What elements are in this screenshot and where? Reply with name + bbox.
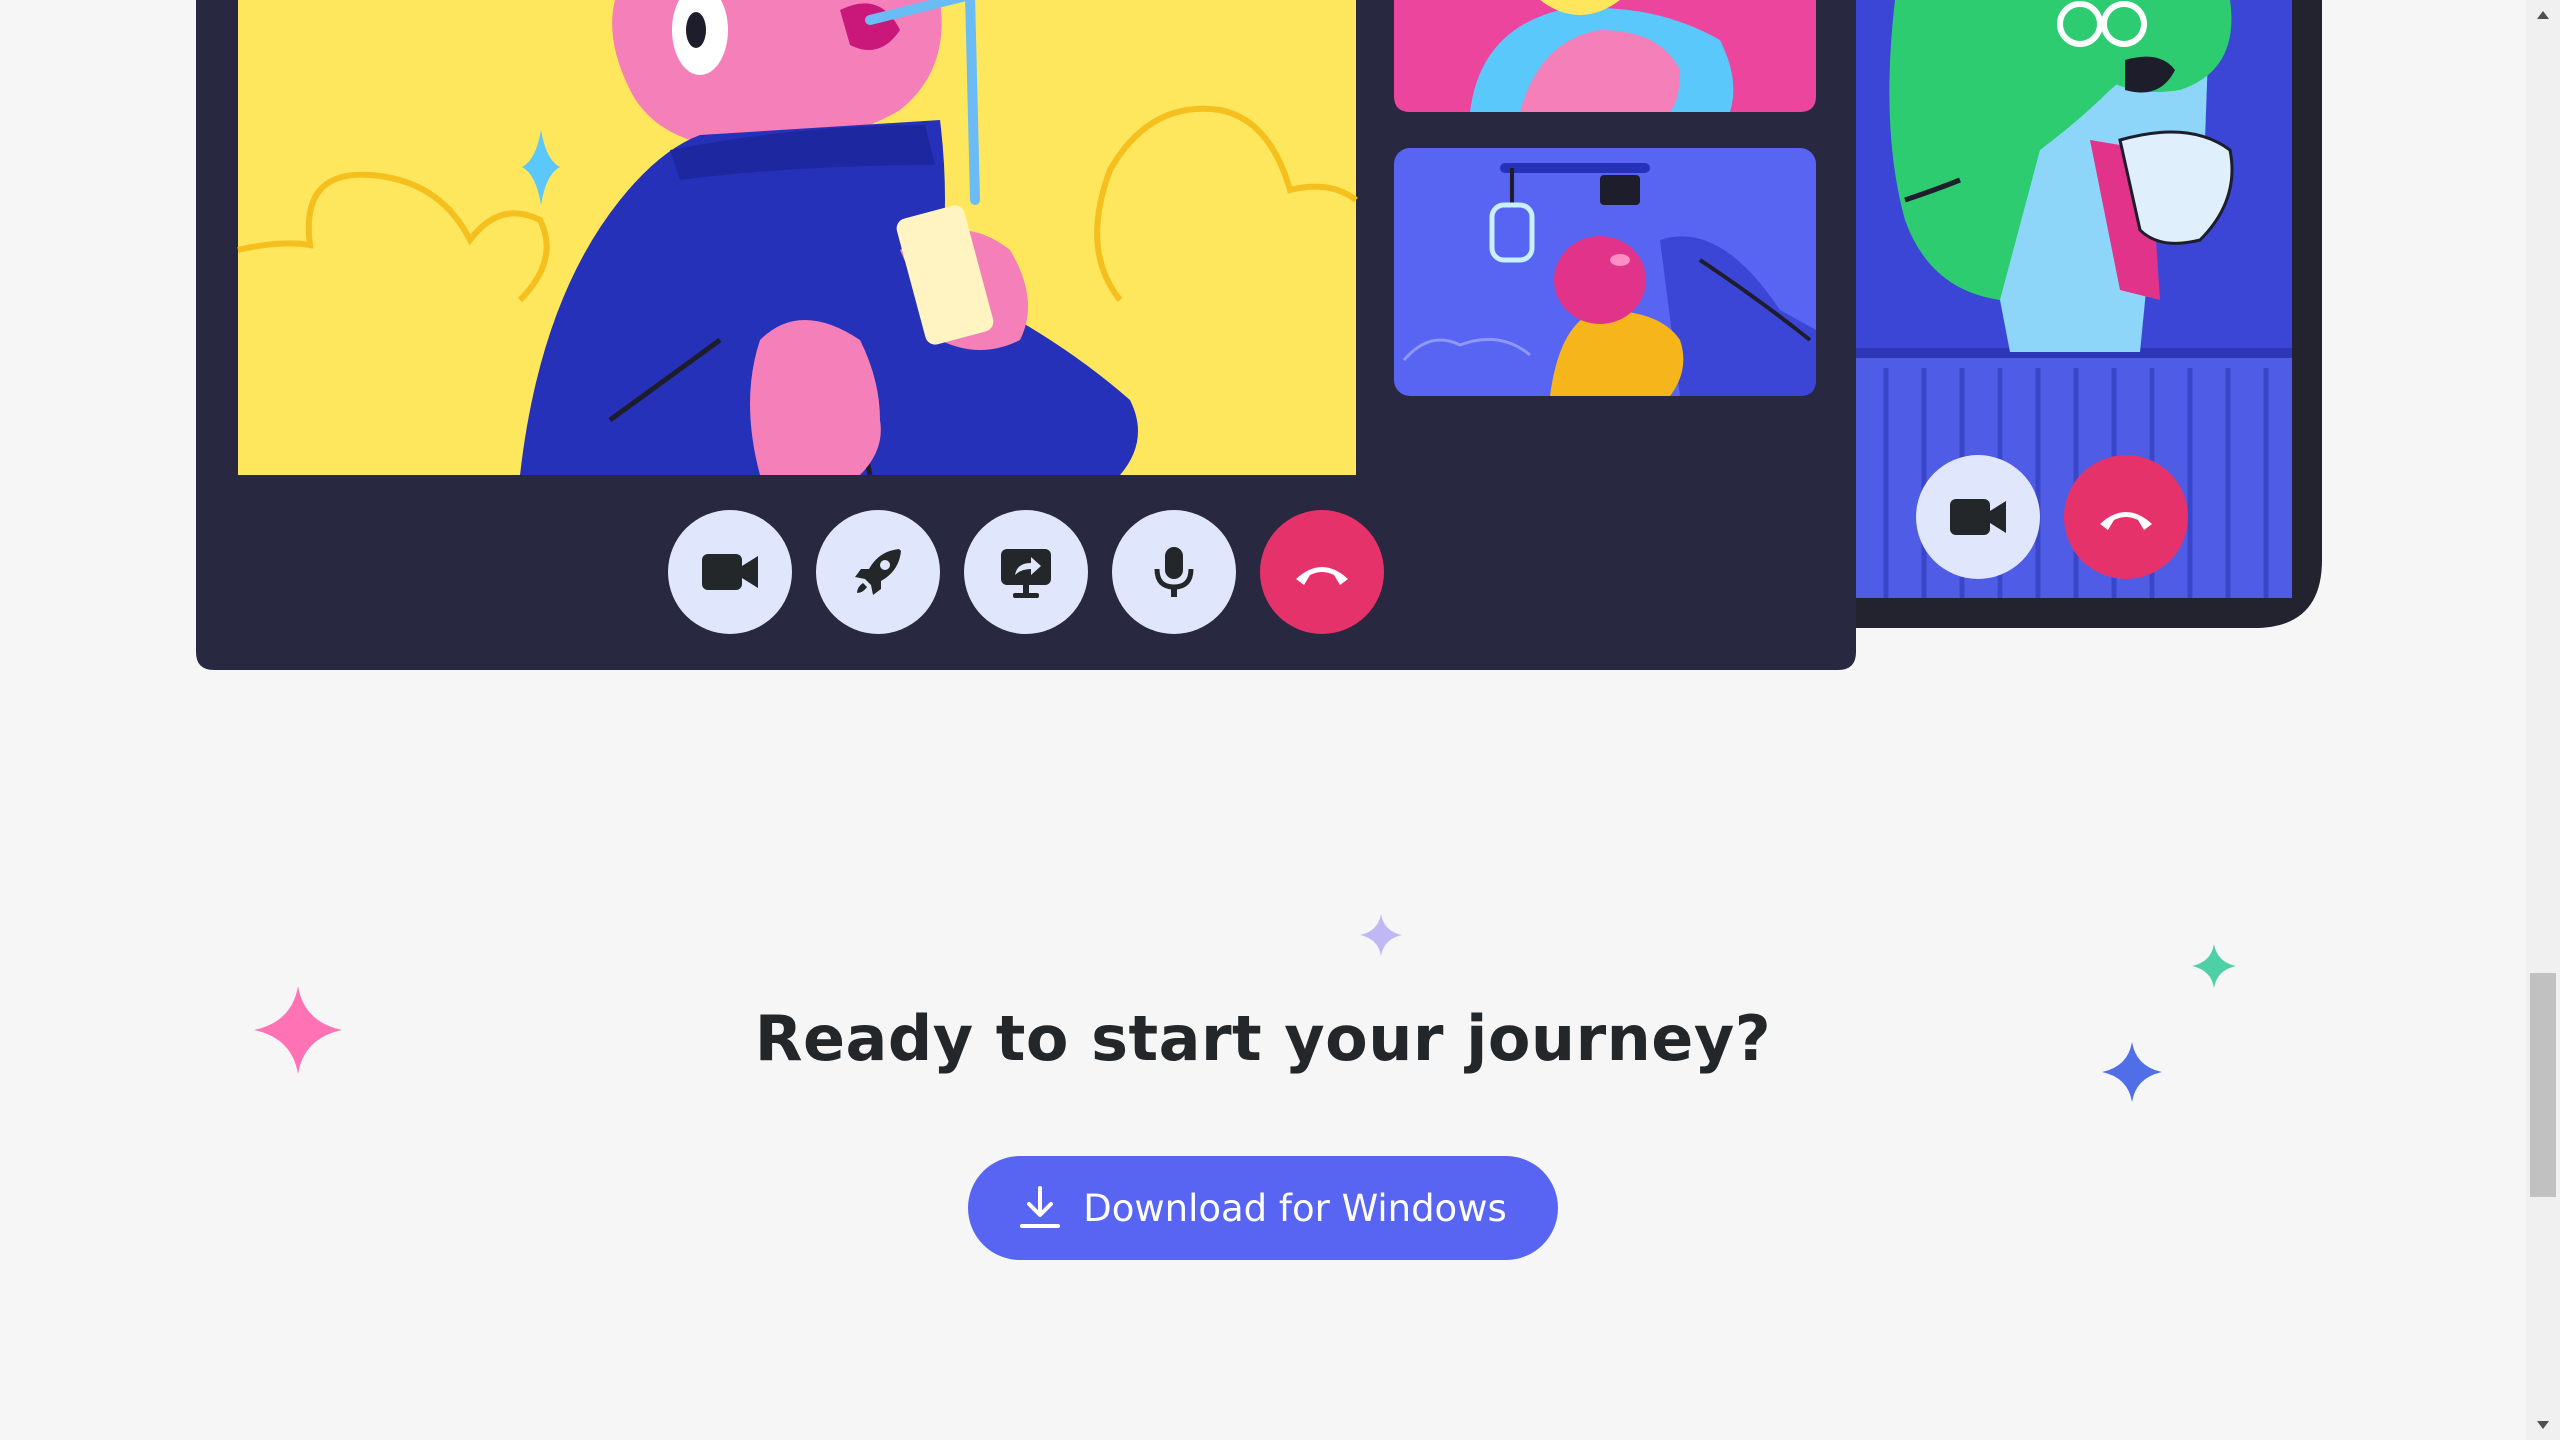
scroll-up-arrow[interactable]: [2526, 0, 2560, 30]
video-camera-icon: [1950, 499, 2006, 535]
download-for-windows-button[interactable]: Download for Windows: [968, 1156, 1558, 1260]
mobile-hang-up-button[interactable]: [2064, 455, 2188, 579]
video-camera-icon: [702, 554, 758, 590]
scrollbar-thumb[interactable]: [2530, 973, 2556, 1197]
download-icon: [1020, 1186, 1061, 1228]
triangle-up-icon: [2537, 11, 2549, 19]
cta-heading: Ready to start your journey?: [754, 1002, 1772, 1075]
video-camera-button[interactable]: [668, 510, 792, 634]
microphone-button[interactable]: [1112, 510, 1236, 634]
phone-hangup-icon: [2100, 512, 2152, 530]
rocket-icon: [855, 549, 901, 595]
mobile-video-button[interactable]: [1916, 455, 2040, 579]
phone-hangup-icon: [1296, 567, 1348, 585]
activity-rocket-button[interactable]: [816, 510, 940, 634]
screen-share-icon: [1001, 549, 1051, 598]
vertical-scrollbar[interactable]: [2526, 0, 2560, 1440]
triangle-down-icon: [2537, 1421, 2549, 1429]
video-call-illustration: [196, 0, 2322, 670]
microphone-icon: [1154, 547, 1194, 597]
scroll-down-arrow[interactable]: [2526, 1410, 2560, 1440]
share-screen-button[interactable]: [964, 510, 1088, 634]
download-button-label: Download for Windows: [1083, 1186, 1507, 1230]
lavender-sparkle-icon: [1360, 914, 1402, 956]
hang-up-button[interactable]: [1260, 510, 1384, 634]
teal-sparkle-icon: [2192, 944, 2236, 988]
